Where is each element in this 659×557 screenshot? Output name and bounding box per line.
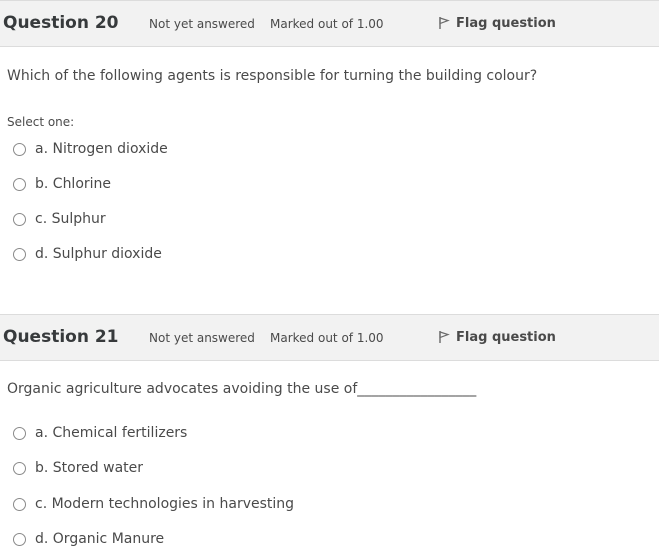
question-marks: Marked out of 1.00 <box>270 331 384 345</box>
flag-icon <box>439 17 450 29</box>
option-b[interactable]: b. Stored water <box>13 459 143 477</box>
radio-button[interactable] <box>13 177 26 191</box>
option-label: d. Sulphur dioxide <box>35 246 162 262</box>
flag-question-button[interactable]: Flag question <box>438 16 556 31</box>
flag-question-label: Flag question <box>456 16 556 31</box>
option-label: c. Modern technologies in harvesting <box>35 496 295 512</box>
radio-button[interactable] <box>13 497 26 511</box>
question-status: Not yet answered <box>149 17 255 31</box>
question-title: Question 21 <box>3 327 119 347</box>
option-label: d. Organic Manure <box>35 531 165 547</box>
option-a[interactable]: a. Nitrogen dioxide <box>13 140 168 158</box>
option-label: c. Sulphur <box>35 211 106 227</box>
option-c[interactable]: c. Modern technologies in harvesting <box>13 495 294 513</box>
question-text: Which of the following agents is respons… <box>7 68 538 84</box>
question-20-header: Question 20 Not yet answered Marked out … <box>0 0 659 47</box>
option-d[interactable]: d. Sulphur dioxide <box>13 245 162 263</box>
select-one-prompt: Select one: <box>7 115 75 129</box>
option-label: b. Chlorine <box>35 176 112 192</box>
option-c[interactable]: c. Sulphur <box>13 210 106 228</box>
flag-question-label: Flag question <box>456 330 556 345</box>
option-a[interactable]: a. Chemical fertilizers <box>13 424 187 442</box>
flag-question-button[interactable]: Flag question <box>438 330 556 345</box>
question-status: Not yet answered <box>149 331 255 345</box>
question-text: Organic agriculture advocates avoiding t… <box>7 381 477 397</box>
question-21-header: Question 21 Not yet answered Marked out … <box>0 314 659 361</box>
option-label: b. Stored water <box>35 460 144 476</box>
radio-button[interactable] <box>13 142 26 156</box>
flag-icon <box>439 331 450 343</box>
radio-button[interactable] <box>13 461 26 475</box>
option-label: a. Nitrogen dioxide <box>35 141 168 157</box>
radio-button[interactable] <box>13 532 26 546</box>
question-marks: Marked out of 1.00 <box>270 17 384 31</box>
option-d[interactable]: d. Organic Manure <box>13 530 164 548</box>
radio-button[interactable] <box>13 212 26 226</box>
radio-button[interactable] <box>13 247 26 261</box>
option-label: a. Chemical fertilizers <box>35 425 188 441</box>
question-title: Question 20 <box>3 13 119 33</box>
radio-button[interactable] <box>13 426 26 440</box>
option-b[interactable]: b. Chlorine <box>13 175 111 193</box>
